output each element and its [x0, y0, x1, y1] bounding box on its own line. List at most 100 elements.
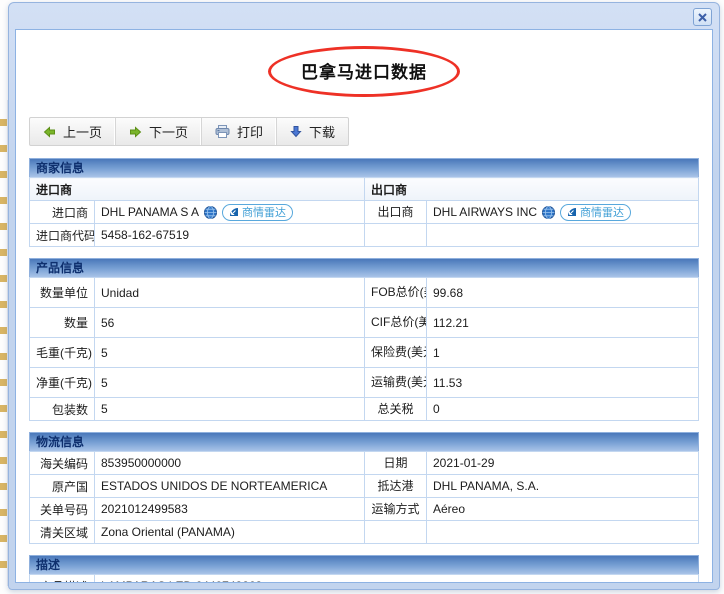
field-label: 抵达港 [365, 475, 427, 498]
print-label: 打印 [237, 122, 263, 141]
field-value: DHL PANAMA, S.A. [427, 475, 699, 498]
field-label: 数量单位 [30, 278, 95, 308]
field-label: 日期 [365, 452, 427, 475]
field-value: LAMPARAS LED 6440748263 [95, 575, 699, 584]
exporter-value-cell: DHL AIRWAYS INC [427, 201, 699, 224]
field-label: 关单号码 [30, 498, 95, 521]
exporter-label: 出口商 [365, 201, 427, 224]
field-value: 2021012499583 [95, 498, 365, 521]
importer-group-header: 进口商 [30, 178, 365, 201]
section-header-product: 产品信息 [29, 258, 699, 277]
import-data-dialog: 巴拿马进口数据 上一页 下一页 [8, 2, 720, 590]
field-label: 包装数 [30, 398, 95, 421]
field-value: 11.53 [427, 368, 699, 398]
field-value: 5 [95, 398, 365, 421]
field-value: 853950000000 [95, 452, 365, 475]
description-table: 产品描述 LAMPARAS LED 6440748263 编码描述 [29, 574, 699, 583]
field-label: 毛重(千克) [30, 338, 95, 368]
table-row: 产品描述 LAMPARAS LED 6440748263 [30, 575, 699, 584]
field-value: 1 [427, 338, 699, 368]
exporter-group-header: 出口商 [365, 178, 699, 201]
business-radar-button[interactable]: 商情雷达 [222, 204, 293, 221]
table-row: 净重(千克) 5 运输费(美元) 11.53 [30, 368, 699, 398]
dialog-titlebar[interactable] [9, 3, 719, 28]
field-value: Unidad [95, 278, 365, 308]
section-header-merchant: 商家信息 [29, 158, 699, 177]
field-value: Aéreo [427, 498, 699, 521]
importer-code-value: 5458-162-67519 [95, 224, 365, 247]
table-row: 清关区域 Zona Oriental (PANAMA) [30, 521, 699, 544]
section-logistics-info: 物流信息 海关编码 853950000000 日期 2021-01-29 原产国… [29, 432, 699, 544]
section-merchant-info: 商家信息 进口商 出口商 进口商 DHL PANAMA S A [29, 158, 699, 247]
dialog-content-panel: 巴拿马进口数据 上一页 下一页 [15, 29, 713, 583]
field-label: 运输方式 [365, 498, 427, 521]
globe-icon[interactable] [542, 206, 555, 219]
field-label: 运输费(美元) [365, 368, 427, 398]
table-row: 原产国 ESTADOS UNIDOS DE NORTEAMERICA 抵达港 D… [30, 475, 699, 498]
field-label: 产品描述 [30, 575, 95, 584]
prev-page-button[interactable]: 上一页 [30, 118, 116, 145]
merchant-table: 进口商 出口商 进口商 DHL PANAMA S A [29, 177, 699, 247]
field-label: 总关税 [365, 398, 427, 421]
field-label: 保险费(美元) [365, 338, 427, 368]
page-title: 巴拿马进口数据 [301, 63, 427, 82]
globe-icon[interactable] [204, 206, 217, 219]
business-radar-label: 商情雷达 [242, 204, 286, 220]
table-row: 毛重(千克) 5 保险费(美元) 1 [30, 338, 699, 368]
table-row: 进口商 出口商 [30, 178, 699, 201]
importer-label: 进口商 [30, 201, 95, 224]
table-row: 进口商代码 5458-162-67519 [30, 224, 699, 247]
background-page-sliver [0, 100, 8, 586]
arrow-left-icon [43, 126, 56, 138]
download-label: 下载 [309, 122, 335, 141]
field-label: 原产国 [30, 475, 95, 498]
field-value: 112.21 [427, 308, 699, 338]
print-button[interactable]: 打印 [202, 118, 277, 145]
exporter-name: DHL AIRWAYS INC [433, 205, 537, 219]
table-row: 海关编码 853950000000 日期 2021-01-29 [30, 452, 699, 475]
red-highlight-ellipse: 巴拿马进口数据 [268, 46, 460, 97]
title-block: 巴拿马进口数据 [16, 46, 712, 104]
section-header-description: 描述 [29, 555, 699, 574]
table-row: 关单号码 2021012499583 运输方式 Aéreo [30, 498, 699, 521]
table-row: 包装数 5 总关税 0 [30, 398, 699, 421]
table-row: 数量单位 Unidad FOB总价(美元) 99.68 [30, 278, 699, 308]
pager-toolbar: 上一页 下一页 打印 下载 [29, 117, 349, 146]
field-value: 0 [427, 398, 699, 421]
next-page-label: 下一页 [149, 122, 188, 141]
arrow-down-icon [290, 125, 302, 138]
field-label: 清关区域 [30, 521, 95, 544]
importer-name: DHL PANAMA S A [101, 205, 199, 219]
radar-icon [229, 207, 239, 217]
field-label: 数量 [30, 308, 95, 338]
field-label: CIF总价(美元) [365, 308, 427, 338]
close-button[interactable] [693, 8, 712, 26]
close-icon [698, 13, 707, 22]
empty-cell [427, 224, 699, 247]
table-row: 进口商 DHL PANAMA S A [30, 201, 699, 224]
arrow-right-icon [129, 126, 142, 138]
field-label: 净重(千克) [30, 368, 95, 398]
business-radar-button[interactable]: 商情雷达 [560, 204, 631, 221]
next-page-button[interactable]: 下一页 [116, 118, 202, 145]
table-row: 数量 56 CIF总价(美元) 112.21 [30, 308, 699, 338]
prev-page-label: 上一页 [63, 122, 102, 141]
field-value: Zona Oriental (PANAMA) [95, 521, 365, 544]
importer-code-label: 进口商代码 [30, 224, 95, 247]
radar-icon [567, 207, 577, 217]
business-radar-label: 商情雷达 [580, 204, 624, 220]
field-value: 5 [95, 338, 365, 368]
importer-value-cell: DHL PANAMA S A 商 [95, 201, 365, 224]
section-description: 描述 产品描述 LAMPARAS LED 6440748263 编码描述 [29, 555, 699, 583]
field-value: 56 [95, 308, 365, 338]
field-label: FOB总价(美元) [365, 278, 427, 308]
section-product-info: 产品信息 数量单位 Unidad FOB总价(美元) 99.68 数量 56 C… [29, 258, 699, 421]
field-value: 2021-01-29 [427, 452, 699, 475]
download-button[interactable]: 下载 [277, 118, 348, 145]
product-table: 数量单位 Unidad FOB总价(美元) 99.68 数量 56 CIF总价(… [29, 277, 699, 421]
empty-cell [365, 224, 427, 247]
field-value: ESTADOS UNIDOS DE NORTEAMERICA [95, 475, 365, 498]
field-value: 5 [95, 368, 365, 398]
field-label: 海关编码 [30, 452, 95, 475]
field-label [365, 521, 427, 544]
